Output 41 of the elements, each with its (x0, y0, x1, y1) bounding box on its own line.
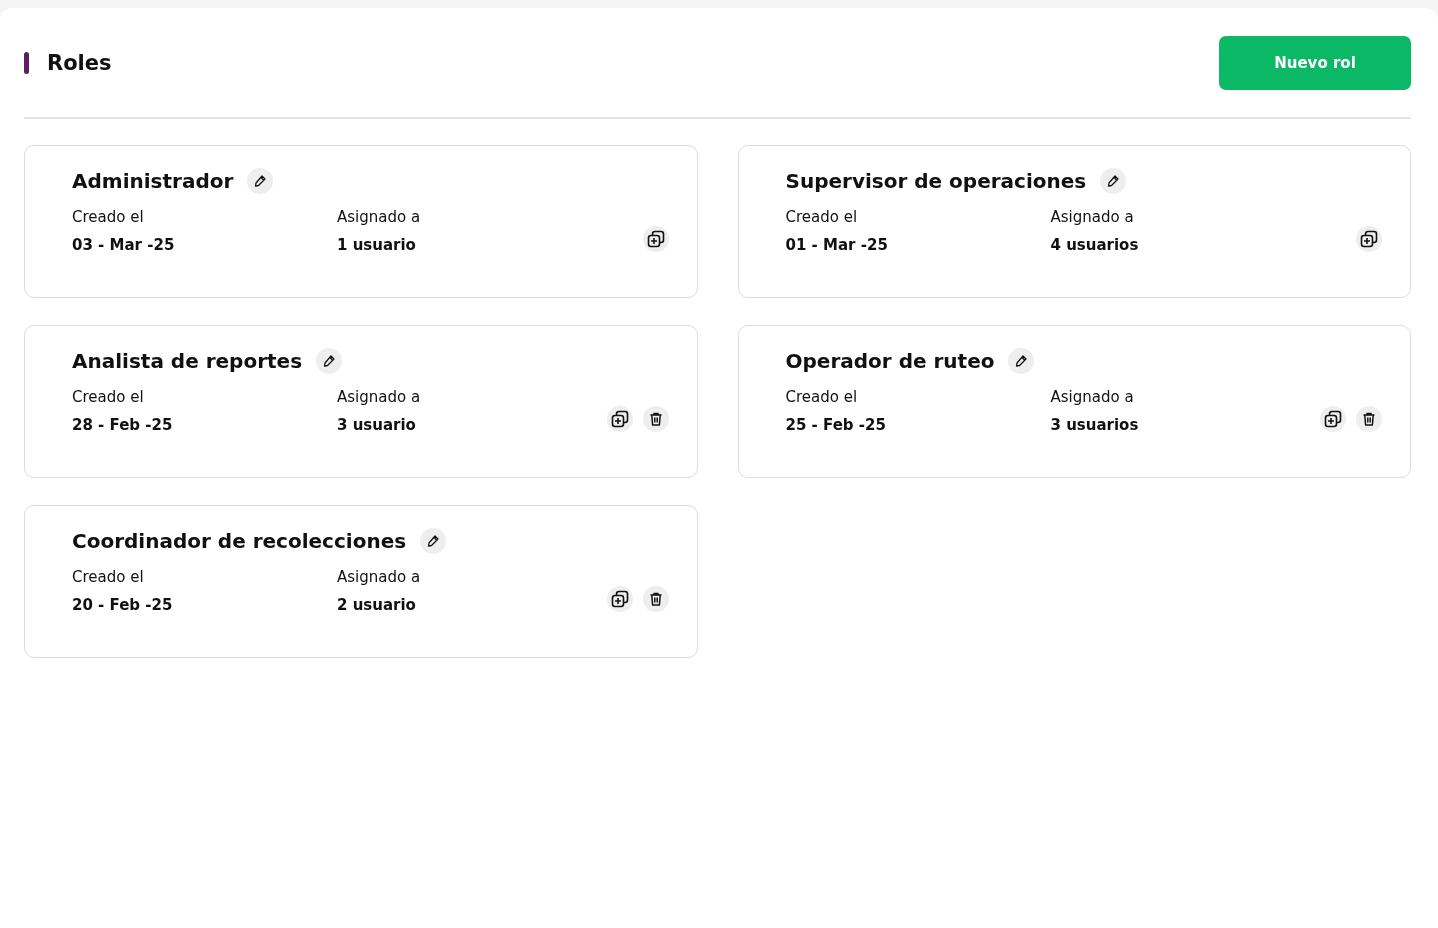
duplicate-icon[interactable] (1320, 406, 1346, 432)
title-accent-bar (24, 52, 29, 74)
new-role-button[interactable]: Nuevo rol (1219, 36, 1411, 90)
assigned-label: Asignado a (337, 388, 422, 406)
trash-icon[interactable] (1356, 406, 1382, 432)
role-name: Supervisor de operaciones (785, 169, 1087, 193)
edit-pencil-icon[interactable] (1100, 168, 1127, 194)
page-title: Roles (47, 51, 112, 75)
assigned-users: 3 usuarios (1050, 416, 1140, 434)
duplicate-icon[interactable] (1356, 226, 1382, 252)
edit-pencil-icon[interactable] (316, 348, 343, 374)
role-name: Operador de ruteo (785, 349, 995, 373)
created-date: 01 - Mar -25 (785, 236, 889, 254)
assigned-label: Asignado a (1050, 208, 1135, 226)
assigned-users: 2 usuario (337, 596, 417, 614)
created-label: Creado el (72, 568, 145, 586)
created-date: 28 - Feb -25 (72, 416, 174, 434)
created-label: Creado el (785, 208, 859, 226)
edit-pencil-icon[interactable] (247, 168, 274, 194)
edit-pencil-icon[interactable] (420, 528, 447, 554)
duplicate-icon[interactable] (642, 226, 669, 252)
role-name: Administrador (72, 169, 234, 193)
assigned-label: Asignado a (337, 568, 422, 586)
role-name: Coordinador de recolecciones (72, 529, 407, 553)
created-label: Creado el (72, 208, 145, 226)
edit-pencil-icon[interactable] (1008, 348, 1035, 374)
duplicate-icon[interactable] (606, 406, 633, 432)
assigned-users: 1 usuario (337, 236, 417, 254)
created-label: Creado el (785, 388, 859, 406)
created-date: 20 - Feb -25 (72, 596, 174, 614)
role-name: Analista de reportes (72, 349, 303, 373)
created-date: 25 - Feb -25 (785, 416, 887, 434)
assigned-users: 4 usuarios (1050, 236, 1140, 254)
trash-icon[interactable] (642, 406, 669, 432)
assigned-users: 3 usuario (337, 416, 417, 434)
assigned-label: Asignado a (1050, 388, 1135, 406)
created-label: Creado el (72, 388, 145, 406)
created-date: 03 - Mar -25 (72, 236, 176, 254)
duplicate-icon[interactable] (606, 586, 633, 612)
assigned-label: Asignado a (337, 208, 422, 226)
trash-icon[interactable] (642, 586, 669, 612)
